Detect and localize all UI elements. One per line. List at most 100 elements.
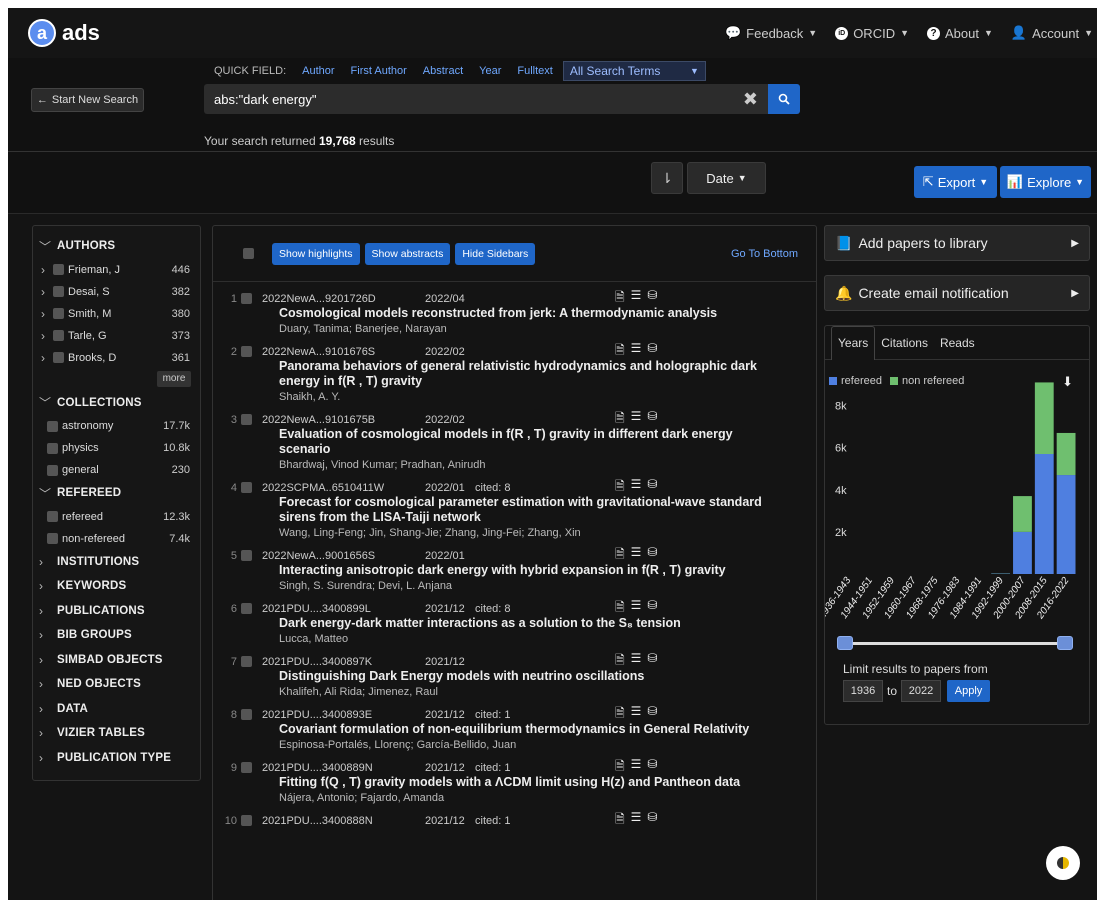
fulltext-icon[interactable]: 🗎 xyxy=(615,545,625,566)
result-bibcode[interactable]: 2021PDU....3400893E xyxy=(262,709,425,721)
result-bibcode[interactable]: 2022NewA...9101675B xyxy=(262,414,425,426)
more-authors-button[interactable]: more xyxy=(157,370,191,387)
result-cited[interactable]: cited: 8 xyxy=(469,482,615,494)
database-icon[interactable]: ⛁ xyxy=(647,704,657,725)
result-checkbox[interactable] xyxy=(241,709,252,720)
facet-author-item[interactable]: › Brooks, D 361 xyxy=(39,347,194,369)
database-icon[interactable]: ⛁ xyxy=(647,477,657,498)
fulltext-icon[interactable]: 🗎 xyxy=(615,704,625,725)
result-checkbox[interactable] xyxy=(241,346,252,357)
facet-collapsed-header[interactable]: › PUBLICATION TYPE xyxy=(39,746,194,771)
hide-sidebars-button[interactable]: Hide Sidebars xyxy=(455,242,536,265)
result-checkbox[interactable] xyxy=(241,762,252,773)
facet-collapsed-header[interactable]: › VIZIER TABLES xyxy=(39,721,194,746)
chevron-right-icon[interactable]: › xyxy=(41,307,53,321)
result-title[interactable]: Forecast for cosmological parameter esti… xyxy=(279,495,779,525)
result-checkbox[interactable] xyxy=(241,656,252,667)
facet-collapsed-header[interactable]: › SIMBAD OBJECTS xyxy=(39,648,194,673)
database-icon[interactable]: ⛁ xyxy=(647,409,657,430)
year-range-slider[interactable] xyxy=(845,642,1067,645)
facet-collections-header[interactable]: ﹀ COLLECTIONS xyxy=(39,391,194,416)
quick-field-first-author[interactable]: First Author xyxy=(351,65,407,77)
result-checkbox[interactable] xyxy=(241,603,252,614)
slider-handle-end[interactable] xyxy=(1057,636,1073,650)
result-checkbox[interactable] xyxy=(241,550,252,561)
select-all-checkbox[interactable] xyxy=(243,248,254,259)
database-icon[interactable]: ⛁ xyxy=(647,810,657,831)
database-icon[interactable]: ⛁ xyxy=(647,341,657,362)
orcid-menu[interactable]: iD ORCID ▼ xyxy=(835,26,909,41)
quick-field-abstract[interactable]: Abstract xyxy=(423,65,463,77)
facet-checkbox[interactable] xyxy=(53,308,64,319)
result-title[interactable]: Panorama behaviors of general relativist… xyxy=(279,359,779,389)
quick-field-year[interactable]: Year xyxy=(479,65,501,77)
show-highlights-button[interactable]: Show highlights xyxy=(272,242,360,265)
theme-toggle-button[interactable] xyxy=(1046,846,1080,880)
explore-button[interactable]: 📊 Explore ▼ xyxy=(1000,166,1091,198)
result-cited[interactable]: cited: 8 xyxy=(469,603,615,615)
list-icon[interactable]: ☰ xyxy=(631,477,642,498)
result-bibcode[interactable]: 2021PDU....3400888N xyxy=(262,815,425,827)
facet-author-item[interactable]: › Frieman, J 446 xyxy=(39,259,194,281)
facet-authors-header[interactable]: ﹀ AUTHORS xyxy=(39,234,194,259)
result-checkbox[interactable] xyxy=(241,293,252,304)
show-abstracts-button[interactable]: Show abstracts xyxy=(364,242,451,265)
facet-checkbox[interactable] xyxy=(53,264,64,275)
fulltext-icon[interactable]: 🗎 xyxy=(615,409,625,430)
fulltext-icon[interactable]: 🗎 xyxy=(615,288,625,309)
add-to-library-button[interactable]: 📘 Add papers to library ▶ xyxy=(824,225,1090,261)
result-bibcode[interactable]: 2021PDU....3400899L xyxy=(262,603,425,615)
database-icon[interactable]: ⛁ xyxy=(647,757,657,778)
fulltext-icon[interactable]: 🗎 xyxy=(615,341,625,362)
chevron-right-icon[interactable]: › xyxy=(41,351,53,365)
facet-checkbox[interactable] xyxy=(53,286,64,297)
quick-field-fulltext[interactable]: Fulltext xyxy=(517,65,552,77)
result-bibcode[interactable]: 2022SCPMA..6510411W xyxy=(262,482,425,494)
facet-author-item[interactable]: › Smith, M 380 xyxy=(39,303,194,325)
fulltext-icon[interactable]: 🗎 xyxy=(615,810,625,831)
facet-checkbox[interactable] xyxy=(47,442,58,454)
search-terms-select[interactable]: All Search Terms ▼ xyxy=(562,61,706,81)
facet-checkbox[interactable] xyxy=(47,420,58,432)
database-icon[interactable]: ⛁ xyxy=(647,598,657,619)
export-button[interactable]: ⇱ Export ▼ xyxy=(914,166,997,198)
year-from-input[interactable]: 1936 xyxy=(843,680,883,702)
chevron-right-icon[interactable]: › xyxy=(41,329,53,343)
feedback-menu[interactable]: 💬 Feedback ▼ xyxy=(725,25,817,41)
database-icon[interactable]: ⛁ xyxy=(647,545,657,566)
database-icon[interactable]: ⛁ xyxy=(647,651,657,672)
account-menu[interactable]: 👤 Account ▼ xyxy=(1011,25,1093,41)
search-input[interactable]: abs:"dark energy" ✖ xyxy=(204,84,768,114)
facet-collection-item[interactable]: general 230 xyxy=(39,459,194,481)
list-icon[interactable]: ☰ xyxy=(631,545,642,566)
facet-collection-item[interactable]: astronomy 17.7k xyxy=(39,415,194,437)
list-icon[interactable]: ☰ xyxy=(631,409,642,430)
quick-field-author[interactable]: Author xyxy=(302,65,334,77)
database-icon[interactable]: ⛁ xyxy=(647,288,657,309)
facet-collapsed-header[interactable]: › BIB GROUPS xyxy=(39,623,194,648)
list-icon[interactable]: ☰ xyxy=(631,598,642,619)
facet-author-item[interactable]: › Tarle, G 373 xyxy=(39,325,194,347)
go-to-bottom-link[interactable]: Go To Bottom xyxy=(731,248,798,260)
fulltext-icon[interactable]: 🗎 xyxy=(615,757,625,778)
start-new-search-button[interactable]: ← Start New Search xyxy=(31,88,144,112)
result-cited[interactable]: cited: 1 xyxy=(469,762,615,774)
facet-collapsed-header[interactable]: › DATA xyxy=(39,697,194,722)
sort-field-dropdown[interactable]: Date ▼ xyxy=(687,162,766,194)
facet-collapsed-header[interactable]: › PUBLICATIONS xyxy=(39,599,194,624)
sort-direction-button[interactable]: ⇂ xyxy=(651,162,683,194)
facet-refereed-header[interactable]: ﹀ REFEREED xyxy=(39,481,194,506)
about-menu[interactable]: ? About ▼ xyxy=(927,26,993,41)
chevron-right-icon[interactable]: › xyxy=(41,285,53,299)
facet-collapsed-header[interactable]: › INSTITUTIONS xyxy=(39,550,194,575)
search-button[interactable] xyxy=(768,84,800,114)
result-bibcode[interactable]: 2022NewA...9201726D xyxy=(262,293,425,305)
facet-collapsed-header[interactable]: › KEYWORDS xyxy=(39,574,194,599)
fulltext-icon[interactable]: 🗎 xyxy=(615,651,625,672)
facet-checkbox[interactable] xyxy=(47,464,58,476)
facet-author-item[interactable]: › Desai, S 382 xyxy=(39,281,194,303)
chevron-right-icon[interactable]: › xyxy=(41,263,53,277)
year-to-input[interactable]: 2022 xyxy=(901,680,942,702)
list-icon[interactable]: ☰ xyxy=(631,810,642,831)
clear-search-icon[interactable]: ✖ xyxy=(743,89,758,110)
